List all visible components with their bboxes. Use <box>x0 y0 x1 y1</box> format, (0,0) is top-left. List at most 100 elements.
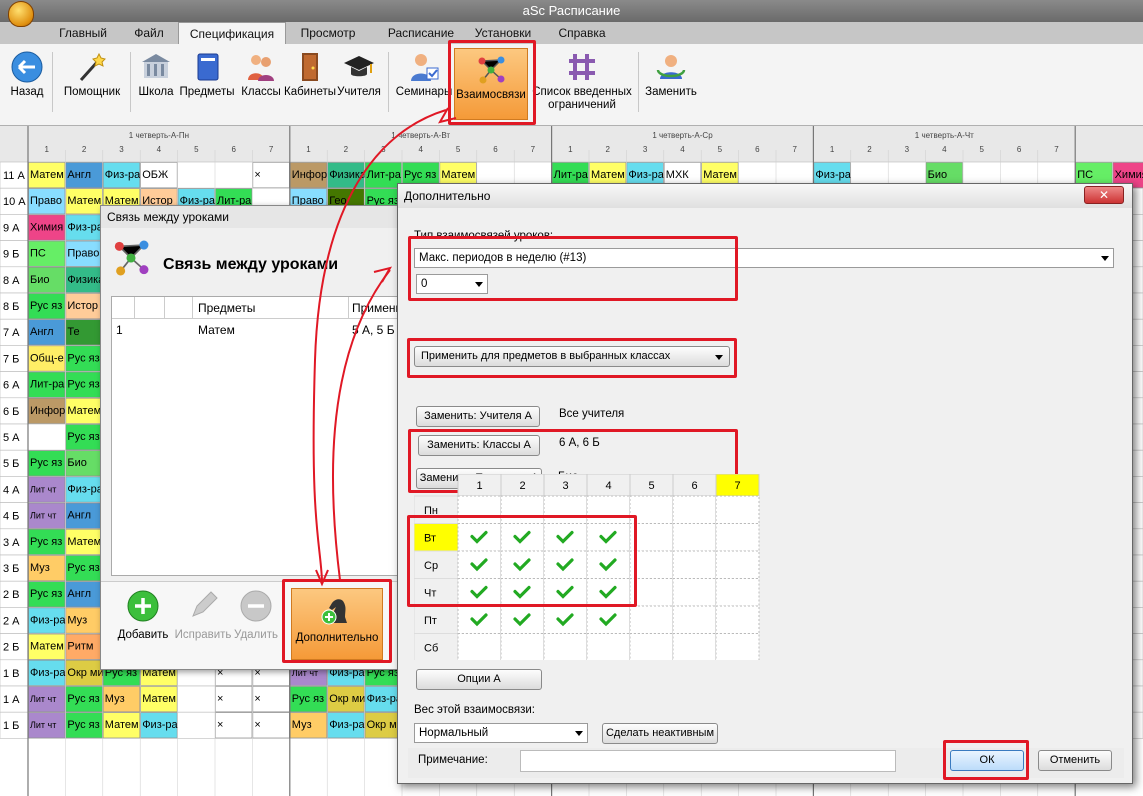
period-cell[interactable] <box>629 633 674 661</box>
lesson-text: Матем <box>67 405 101 417</box>
subjects-button[interactable]: Предметы <box>178 46 236 124</box>
period-label[interactable]: 3 <box>562 480 568 492</box>
class-label: 11 А <box>3 170 25 182</box>
lesson-text: Инфор <box>292 169 327 181</box>
period-cell[interactable] <box>672 550 717 579</box>
period-header: 1 <box>830 145 835 154</box>
period-cell[interactable] <box>672 633 717 661</box>
chevron-down-icon <box>1101 256 1109 261</box>
ribbon-separator <box>388 52 389 112</box>
weight-select[interactable]: Нормальный <box>414 723 588 743</box>
period-cell[interactable] <box>715 605 760 634</box>
period-cell[interactable] <box>586 633 631 661</box>
list-header: Предметы Примени <box>112 297 402 319</box>
period-cell[interactable] <box>672 605 717 634</box>
period-cell[interactable] <box>672 523 717 552</box>
menu-file[interactable]: Файл <box>122 22 176 44</box>
period-label[interactable]: 1 <box>476 480 482 492</box>
lesson-text: Рус яз <box>30 588 62 600</box>
add-button[interactable]: Добавить <box>113 590 173 641</box>
relation-list[interactable]: Предметы Примени 1 Матем 5 А, 5 Б <box>111 296 402 576</box>
minus-circle-icon <box>240 590 272 622</box>
close-button[interactable]: ✕ <box>1084 186 1124 204</box>
constraints-list-button[interactable]: Список введенных ограничений <box>530 46 634 124</box>
title-bar: aSc Расписание <box>0 0 1143 22</box>
period-header: 1 <box>568 145 573 154</box>
weight-label: Вес этой взаимосвязи: <box>414 704 536 716</box>
delete-button[interactable]: Удалить <box>231 590 281 641</box>
lesson-text: Рус яз <box>30 300 62 312</box>
period-cell[interactable] <box>672 495 717 524</box>
replace-teachers-button[interactable]: Заменить: Учителя А <box>416 406 540 427</box>
chevron-down-icon <box>575 731 583 736</box>
edit-button[interactable]: Исправить <box>171 590 235 641</box>
class-label: 4 А <box>3 484 20 496</box>
lesson-text: Рус яз <box>67 693 99 705</box>
classes-button[interactable]: Классы <box>236 46 286 124</box>
rooms-button[interactable]: Кабинеты <box>284 46 336 124</box>
lesson-text: Физ-ра <box>30 614 66 626</box>
make-inactive-button[interactable]: Сделать неактивным <box>602 723 718 744</box>
period-cell[interactable] <box>715 578 760 607</box>
period-cell[interactable] <box>629 605 674 634</box>
lesson-text: Англ <box>67 169 91 181</box>
seminars-button[interactable]: Семинары <box>394 46 454 124</box>
day-label[interactable]: Сб <box>424 643 438 655</box>
class-label: 10 А <box>3 196 26 208</box>
day-label[interactable]: Пт <box>424 615 437 627</box>
note-input[interactable] <box>520 750 896 772</box>
menu-help[interactable]: Справка <box>552 22 612 44</box>
school-button[interactable]: Школа <box>134 46 178 124</box>
back-button[interactable]: Назад <box>4 46 50 124</box>
menu-main[interactable]: Главный <box>50 22 116 44</box>
period-cell[interactable] <box>543 633 588 661</box>
period-label[interactable]: 7 <box>734 480 740 492</box>
app-bell-icon[interactable] <box>8 1 34 27</box>
lesson-text: Физика <box>329 169 367 181</box>
lesson-text: Англ <box>67 510 91 522</box>
teachers-button[interactable]: Учителя <box>334 46 384 124</box>
column-subjects[interactable]: Предметы <box>198 301 255 315</box>
lesson-text: Лит чт <box>30 484 56 494</box>
menu-specification[interactable]: Спецификация <box>178 22 286 45</box>
edit-label: Исправить <box>174 629 232 641</box>
period-cell[interactable] <box>500 633 545 661</box>
apply-highlight <box>407 338 737 378</box>
period-header: 6 <box>755 145 760 154</box>
period-cell[interactable] <box>715 550 760 579</box>
period-header: 1 <box>306 145 311 154</box>
dialog-heading: Связь между уроками <box>163 256 339 273</box>
period-cell[interactable] <box>715 633 760 661</box>
teachers-value: Все учителя <box>559 408 625 420</box>
period-header: 2 <box>605 145 610 154</box>
lesson-text: Физ-ра <box>30 667 66 679</box>
list-item[interactable]: 1 Матем 5 А, 5 Б <box>112 320 402 340</box>
class-label: 4 Б <box>3 511 19 523</box>
menu-view[interactable]: Просмотр <box>292 22 364 44</box>
period-cell[interactable] <box>457 633 502 661</box>
lesson-text: Матем <box>67 195 101 207</box>
period-label[interactable]: 5 <box>648 480 654 492</box>
period-header: 3 <box>381 145 386 154</box>
class-label: 2 В <box>3 589 20 601</box>
cancel-button[interactable]: Отменить <box>1038 750 1112 771</box>
lesson-text: × <box>217 693 223 705</box>
lesson-text: Био <box>30 274 49 286</box>
replace-button[interactable]: Заменить <box>642 46 700 124</box>
period-header: 6 <box>1017 145 1022 154</box>
period-label[interactable]: 6 <box>691 480 697 492</box>
day-header: 1 четверть-А-Чт <box>915 131 974 140</box>
period-cell[interactable] <box>715 523 760 552</box>
period-label[interactable]: 4 <box>605 480 611 492</box>
options-button[interactable]: Опции А <box>416 669 542 690</box>
period-cell[interactable] <box>672 578 717 607</box>
day-header: 1 четверть-А-Пн <box>129 131 189 140</box>
period-label[interactable]: 2 <box>519 480 525 492</box>
ok-highlight <box>943 740 1029 780</box>
column-apply[interactable]: Примени <box>352 301 402 315</box>
lesson-text: Рус яз <box>67 719 99 731</box>
wizard-button[interactable]: Помощник <box>58 46 126 124</box>
door-icon <box>302 53 318 81</box>
period-cell[interactable] <box>715 495 760 524</box>
period-header: 3 <box>905 145 910 154</box>
